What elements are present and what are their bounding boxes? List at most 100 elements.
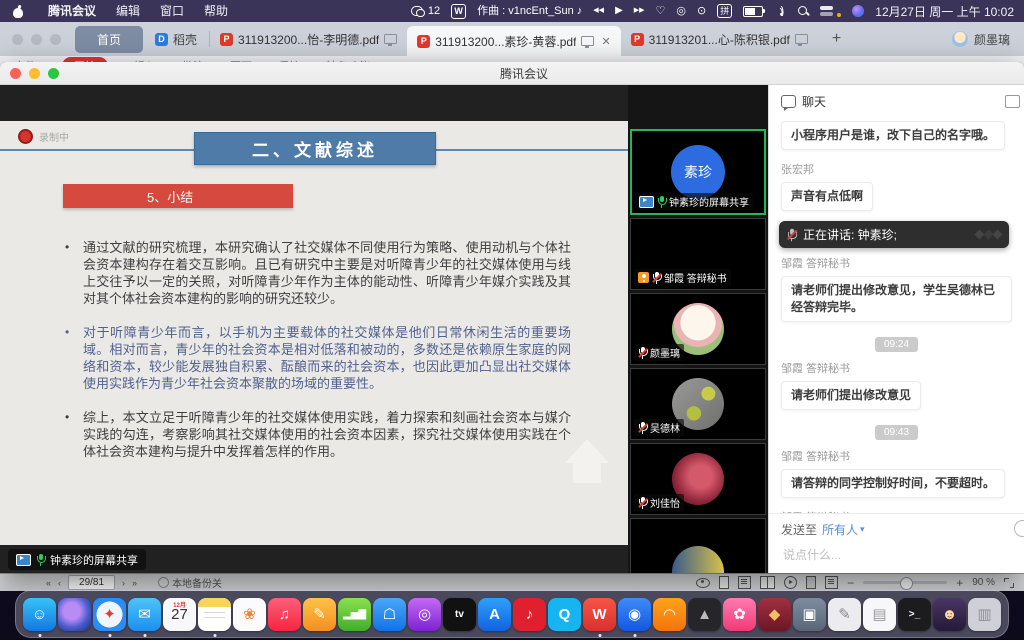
mail-icon[interactable]: ✉ (128, 598, 161, 631)
participant-tile-3[interactable]: 吴德林 (630, 368, 766, 440)
fit-page-icon[interactable] (738, 576, 751, 589)
two-page-view-icon[interactable] (760, 576, 775, 589)
game-app-icon[interactable]: ☻ (933, 598, 966, 631)
menu-bar-left: 腾讯会议编辑窗口帮助 (0, 0, 238, 22)
page-mode-icon[interactable] (806, 576, 816, 589)
pink-app-icon[interactable]: ✿ (723, 598, 756, 631)
eye-protect-icon[interactable] (696, 578, 710, 588)
participant-tile-2[interactable]: 颜墨璃 (630, 293, 766, 365)
chat-input[interactable] (781, 547, 985, 563)
document-tab-0[interactable]: P311913200...怡-李明德.pdf (210, 22, 407, 56)
zoom-slider[interactable] (863, 581, 947, 584)
recording-dot-icon (18, 129, 33, 144)
keynote-icon[interactable]: ☖ (373, 598, 406, 631)
heart-icon[interactable]: ♡ (656, 0, 666, 22)
chat-message-list[interactable]: 小程序用户是谁，改下自己的名字哦。张宏邦声音有点低啊正在讲话: 钟素珍;邹霞 答… (769, 113, 1024, 513)
terminal-icon[interactable]: >_ (898, 598, 931, 631)
chat-message-bubble: 声音有点低啊 (781, 182, 873, 211)
input-method-menu[interactable]: 拼 (717, 4, 732, 18)
zoom-percent[interactable]: 90 % (972, 577, 995, 588)
spotlight-icon[interactable] (798, 6, 809, 17)
new-tab-button[interactable]: + (818, 30, 855, 48)
document-tab-2[interactable]: P311913201...心-陈积银.pdf (621, 22, 818, 56)
tab-docker[interactable]: D 稻壳 (143, 26, 209, 53)
participant-tile-1[interactable]: 邹霞 答辩秘书 (630, 218, 766, 290)
send-to-dropdown[interactable]: 所有人 ▾ (822, 521, 865, 538)
wps-office-icon[interactable]: W (583, 598, 616, 631)
backup-status[interactable]: 本地备份关 (158, 575, 222, 590)
zoom-out-button[interactable]: − (847, 576, 854, 590)
single-page-view-icon[interactable] (719, 576, 729, 589)
calendar-icon[interactable]: 12月27 (163, 598, 196, 631)
menu-item-2[interactable]: 窗口 (150, 4, 194, 18)
zoom-slider-thumb[interactable] (900, 577, 913, 590)
tab-close-icon[interactable]: ✕ (601, 35, 610, 48)
tencent-meeting-icon[interactable]: ◉ (618, 598, 651, 631)
media-next-icon[interactable]: ▶▶ (634, 0, 645, 22)
orange-app-icon[interactable]: ◠ (653, 598, 686, 631)
page-number-field[interactable]: 29/81 (68, 575, 115, 590)
menu-item-1[interactable]: 编辑 (106, 4, 150, 18)
media-play-icon[interactable]: ▶ (615, 0, 623, 22)
music-icon[interactable]: ♫ (268, 598, 301, 631)
podcasts-icon[interactable]: ◎ (408, 598, 441, 631)
menu-item-3[interactable]: 帮助 (194, 4, 238, 18)
apple-tv-icon[interactable]: tv (443, 598, 476, 631)
participant-tile-4[interactable]: 刘佳怡 (630, 443, 766, 515)
app-store-icon[interactable]: A (478, 598, 511, 631)
wps-menu-icon[interactable]: W (451, 4, 466, 19)
emoji-icon[interactable] (1014, 520, 1024, 537)
wifi-icon[interactable] (774, 6, 787, 16)
apple-menu-icon[interactable] (12, 5, 24, 18)
finder-icon[interactable]: ☺ (23, 598, 56, 631)
photos-icon[interactable]: ❀ (233, 598, 266, 631)
meeting-close-button[interactable] (10, 68, 21, 79)
light-editor-app-icon[interactable]: ✎ (828, 598, 861, 631)
notes-icon[interactable] (198, 598, 231, 631)
play-circle-icon[interactable]: ⊙ (697, 0, 706, 22)
bookmark-mode-icon[interactable] (825, 576, 838, 589)
chat-sender-name: 邹霞 答辩秘书 (781, 448, 1012, 464)
wps-close-button[interactable] (12, 34, 23, 45)
menu-item-0[interactable]: 腾讯会议 (38, 4, 106, 18)
participant-tile-0[interactable]: 素珍钟素珍的屏幕共享 (630, 129, 766, 215)
pages-icon[interactable]: ✎ (303, 598, 336, 631)
meeting-minimize-button[interactable] (29, 68, 40, 79)
media-prev-icon[interactable]: ◀◀ (593, 0, 604, 22)
red-media-app-icon[interactable]: ♪ (513, 598, 546, 631)
battery-icon[interactable] (743, 6, 763, 17)
siri-icon[interactable] (852, 5, 864, 17)
wechat-menu-item[interactable]: 12 (411, 0, 440, 22)
fullscreen-icon[interactable] (1004, 578, 1014, 588)
prev-page-icon[interactable]: ‹ (58, 578, 61, 588)
document-tab-1[interactable]: P311913200...素珍-黄蓉.pdf✕ (407, 26, 620, 56)
menu-bar-clock[interactable]: 12月27日 周一 上午 10:02 (875, 3, 1014, 20)
white-docs-app-icon[interactable]: ▤ (863, 598, 896, 631)
participant-tile-5[interactable] (630, 518, 766, 573)
control-center-icon[interactable] (820, 6, 833, 16)
chat-panel-toggle-icon[interactable] (1005, 95, 1020, 108)
dial-icon[interactable]: ◎ (676, 0, 686, 22)
next-page-icon[interactable]: › (122, 578, 125, 588)
tab-home[interactable]: 首页 (75, 26, 143, 53)
account-area[interactable]: 颜墨璃 (951, 30, 1024, 48)
trash-icon[interactable]: ▥ (968, 598, 1001, 631)
siri-icon[interactable] (58, 598, 91, 631)
blue-chat-app-icon[interactable]: Q (548, 598, 581, 631)
dark-app-icon[interactable]: ▲ (688, 598, 721, 631)
last-page-icon[interactable]: » (132, 578, 137, 588)
safari-icon[interactable]: ✦ (93, 598, 126, 631)
slate-app-icon[interactable]: ▣ (793, 598, 826, 631)
wps-minimize-button[interactable] (31, 34, 42, 45)
numbers-icon[interactable]: ▂▅▇ (338, 598, 371, 631)
account-name: 颜墨璃 (974, 31, 1010, 48)
meeting-zoom-button[interactable] (48, 68, 59, 79)
zoom-in-button[interactable]: + (956, 576, 963, 590)
chat-footer: 发送至 所有人 ▾ (769, 513, 1024, 573)
wps-zoom-button[interactable] (50, 34, 61, 45)
maroon-app-icon[interactable]: ◆ (758, 598, 791, 631)
mic-muted-icon (652, 272, 661, 284)
first-page-icon[interactable]: « (46, 578, 51, 588)
app-glyph: Q (559, 606, 571, 623)
play-slideshow-icon[interactable] (784, 576, 797, 589)
